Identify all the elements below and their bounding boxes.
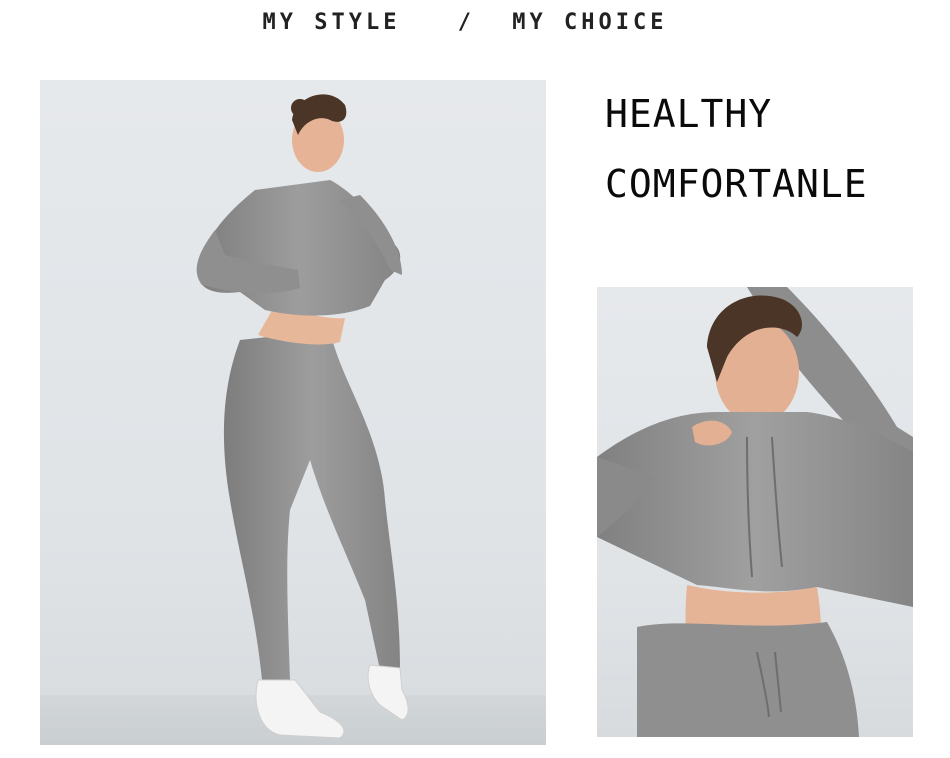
headline-healthy: HEALTHY [605,92,773,136]
tagline-left: MY STYLE [262,10,401,35]
crop-top-closeup-illustration [597,287,913,737]
main-product-photo [40,80,546,745]
tagline-right: MY CHOICE [512,10,668,35]
header-tagline: MY STYLE / MY CHOICE [0,10,930,35]
detail-product-photo [597,287,913,737]
headline-comfortanle: COMFORTANLE [605,162,868,206]
full-body-photo-illustration [40,94,546,745]
tagline-separator: / [457,10,475,35]
